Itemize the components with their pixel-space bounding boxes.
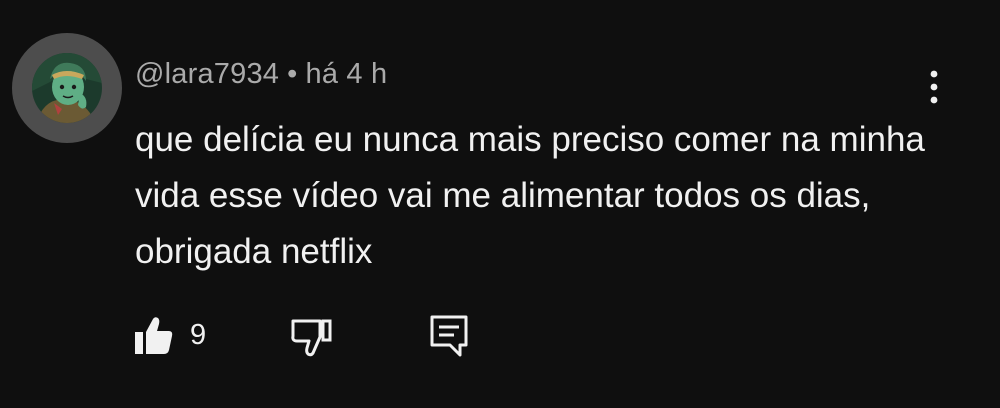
comment-item: @lara7934 • há 4 h que delícia eu nunca ma… [0,0,1000,408]
like-button[interactable] [134,315,174,355]
comment-timestamp[interactable]: há 4 h [305,58,387,90]
reply-button[interactable] [430,315,468,357]
avatar[interactable] [32,53,102,123]
dislike-button[interactable] [290,315,332,357]
thumbs-up-icon [135,317,173,354]
comment-text: que delícia eu nunca mais preciso comer … [135,120,925,271]
author-name[interactable]: @lara7934 [135,58,279,90]
like-count: 9 [190,319,207,351]
comment-bubble-icon [430,315,468,357]
three-dot-vertical-icon [930,70,938,104]
comment-meta: @lara7934 • há 4 h [135,58,387,91]
thumbs-down-icon [291,319,332,357]
more-actions-button[interactable] [920,68,948,108]
meta-separator: • [287,58,298,90]
